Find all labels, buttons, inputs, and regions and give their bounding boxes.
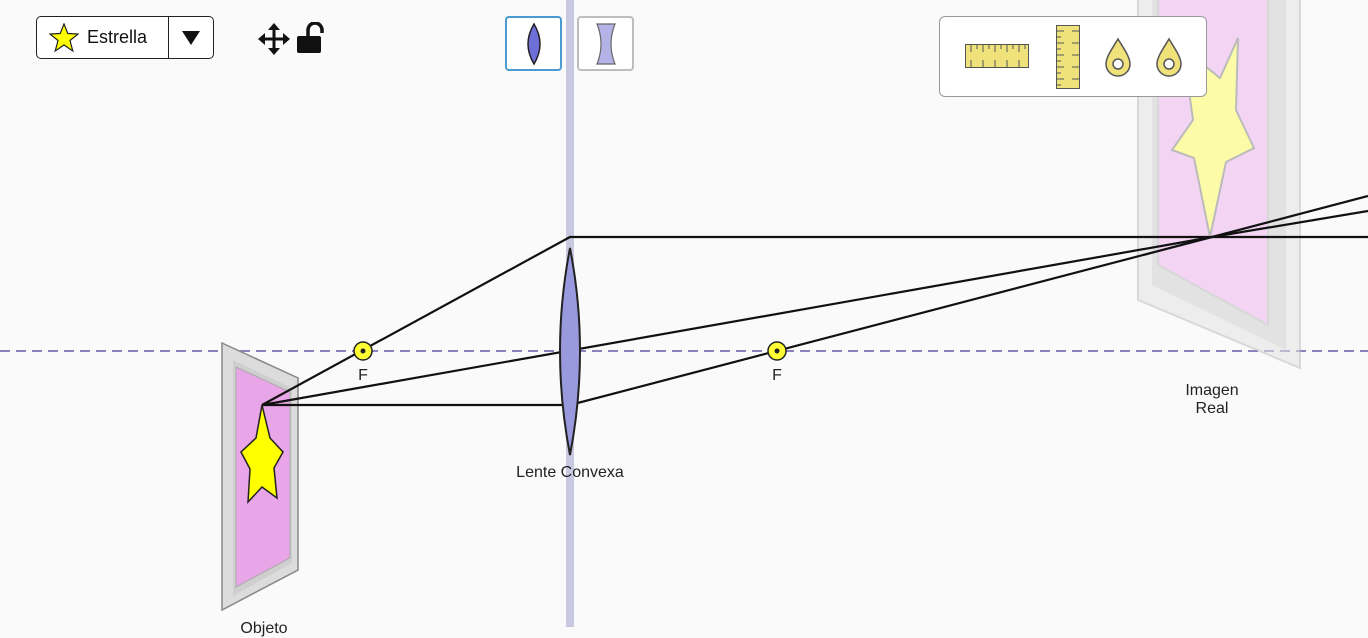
object-label: Objeto <box>240 620 288 637</box>
image-label-line2: Real <box>1195 400 1229 417</box>
object-selector-dropdown[interactable]: Estrella <box>36 16 214 59</box>
object-frame[interactable] <box>221 341 299 612</box>
focal-point-left[interactable] <box>353 341 373 361</box>
lens-label: Lente Convexa <box>516 464 624 481</box>
image-label: Imagen Real <box>1160 382 1264 418</box>
dropdown-arrow-icon[interactable] <box>169 17 213 58</box>
toolbox-panel <box>939 16 1207 97</box>
light-probe-icon[interactable] <box>1155 37 1183 82</box>
star-icon <box>49 22 79 53</box>
focal-point-right[interactable] <box>767 341 787 361</box>
optics-scene: F F Lente Convexa Imagen Real Objeto Est… <box>0 0 1368 637</box>
concave-lens-button[interactable] <box>577 16 634 71</box>
light-probe-icon[interactable] <box>1104 37 1132 82</box>
convex-lens-icon <box>526 22 541 65</box>
move-icon[interactable] <box>258 23 290 55</box>
concave-lens-icon <box>595 22 616 65</box>
object-selector-label: Estrella <box>87 27 148 47</box>
horizontal-ruler-icon[interactable] <box>965 44 1029 73</box>
convex-lens[interactable] <box>559 247 581 456</box>
focal-label-right: F <box>772 367 782 384</box>
vertical-ruler-icon[interactable] <box>1056 25 1080 94</box>
convex-lens-button[interactable] <box>505 16 562 71</box>
image-label-line1: Imagen <box>1185 382 1239 399</box>
unlock-icon[interactable] <box>295 22 325 54</box>
focal-label-left: F <box>358 367 368 384</box>
